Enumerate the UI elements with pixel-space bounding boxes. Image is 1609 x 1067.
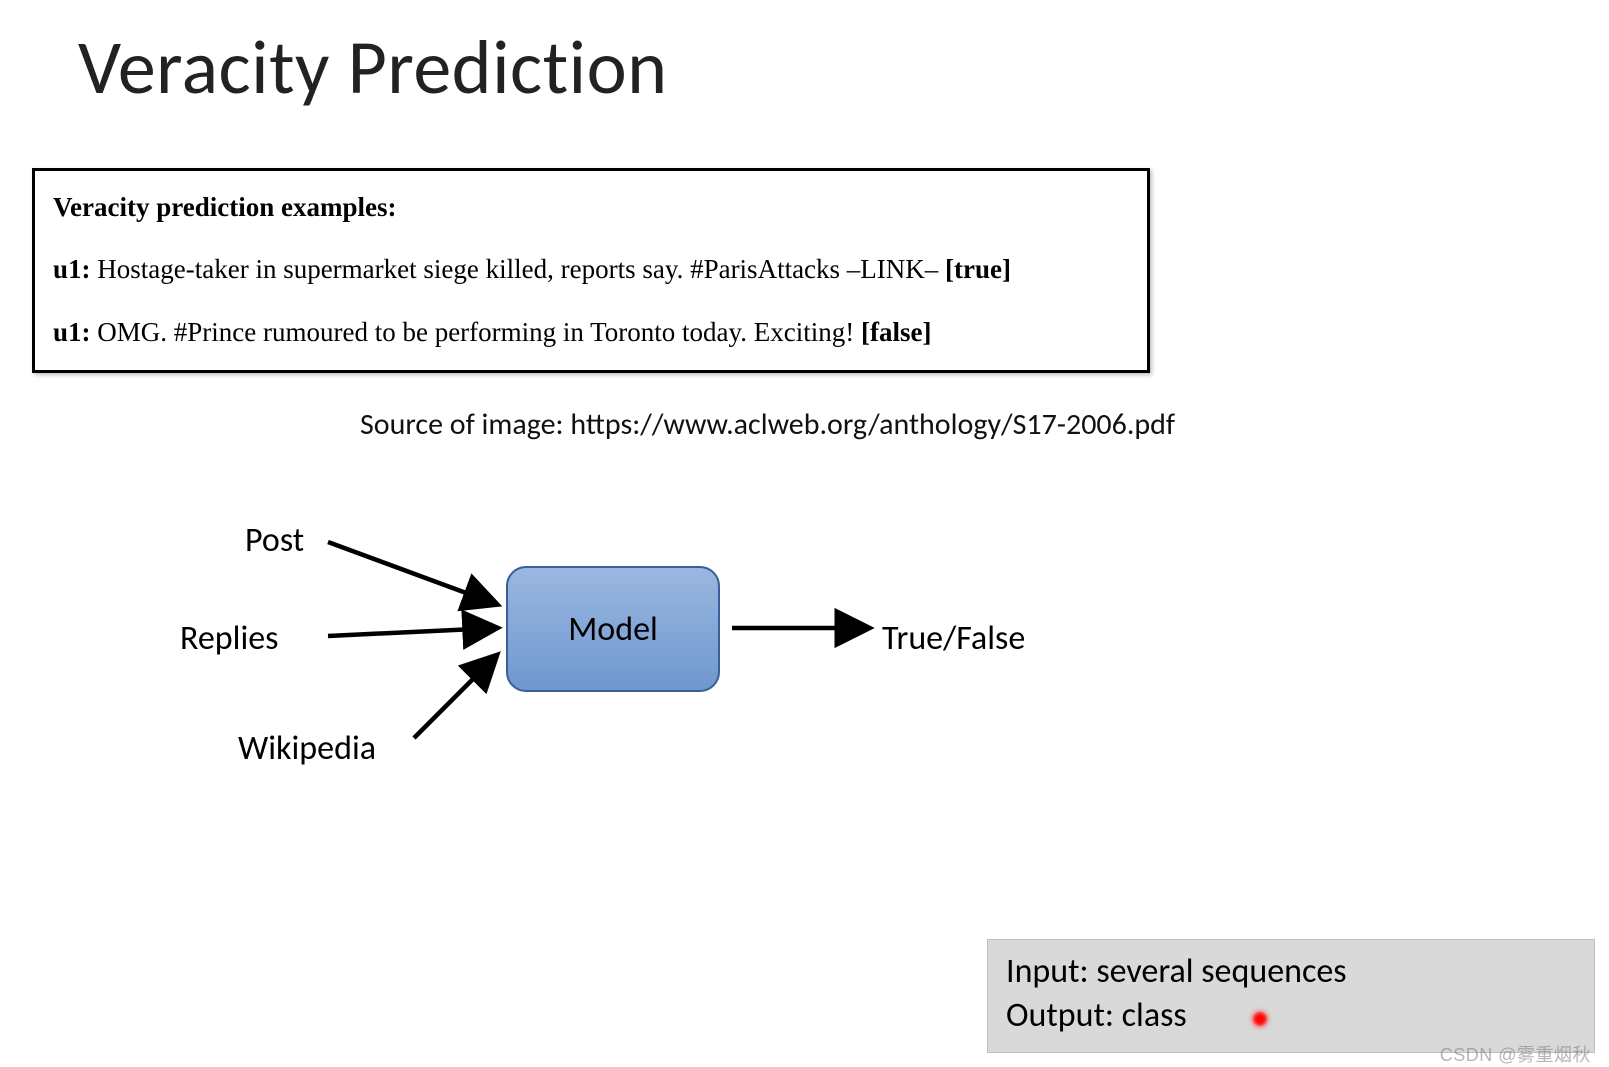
arrow-wikipedia-to-model [414,656,496,738]
input-wikipedia-label: Wikipedia [238,728,376,769]
output-label: True/False [882,618,1025,659]
arrow-replies-to-model [328,628,496,636]
input-replies-label: Replies [180,618,278,659]
io-summary-box: Input: several sequences Output: class [987,939,1595,1053]
model-box: Model [506,566,720,692]
io-input-line: Input: several sequences [1006,950,1576,994]
io-output-line: Output: class [1006,994,1576,1038]
example-text: Hostage-taker in supermarket siege kille… [91,254,946,284]
model-diagram: Post Replies Wikipedia Model True/False [150,480,1200,820]
arrow-post-to-model [328,542,496,604]
laser-pointer-dot [1253,1012,1267,1026]
examples-box: Veracity prediction examples: u1: Hostag… [32,168,1150,373]
example-flag: [false] [861,317,931,347]
input-post-label: Post [245,520,304,561]
example-row: u1: Hostage-taker in supermarket siege k… [53,251,1129,287]
example-tag: u1: [53,317,91,347]
source-line: Source of image: https://www.aclweb.org/… [360,406,1175,443]
example-row: u1: OMG. #Prince rumoured to be performi… [53,314,1129,350]
example-flag: [true] [945,254,1011,284]
slide-title: Veracity Prediction [78,22,668,114]
watermark: CSDN @雾重烟秋 [1440,1041,1591,1067]
example-tag: u1: [53,254,91,284]
examples-heading: Veracity prediction examples: [53,189,1129,225]
example-text: OMG. #Prince rumoured to be performing i… [91,317,861,347]
